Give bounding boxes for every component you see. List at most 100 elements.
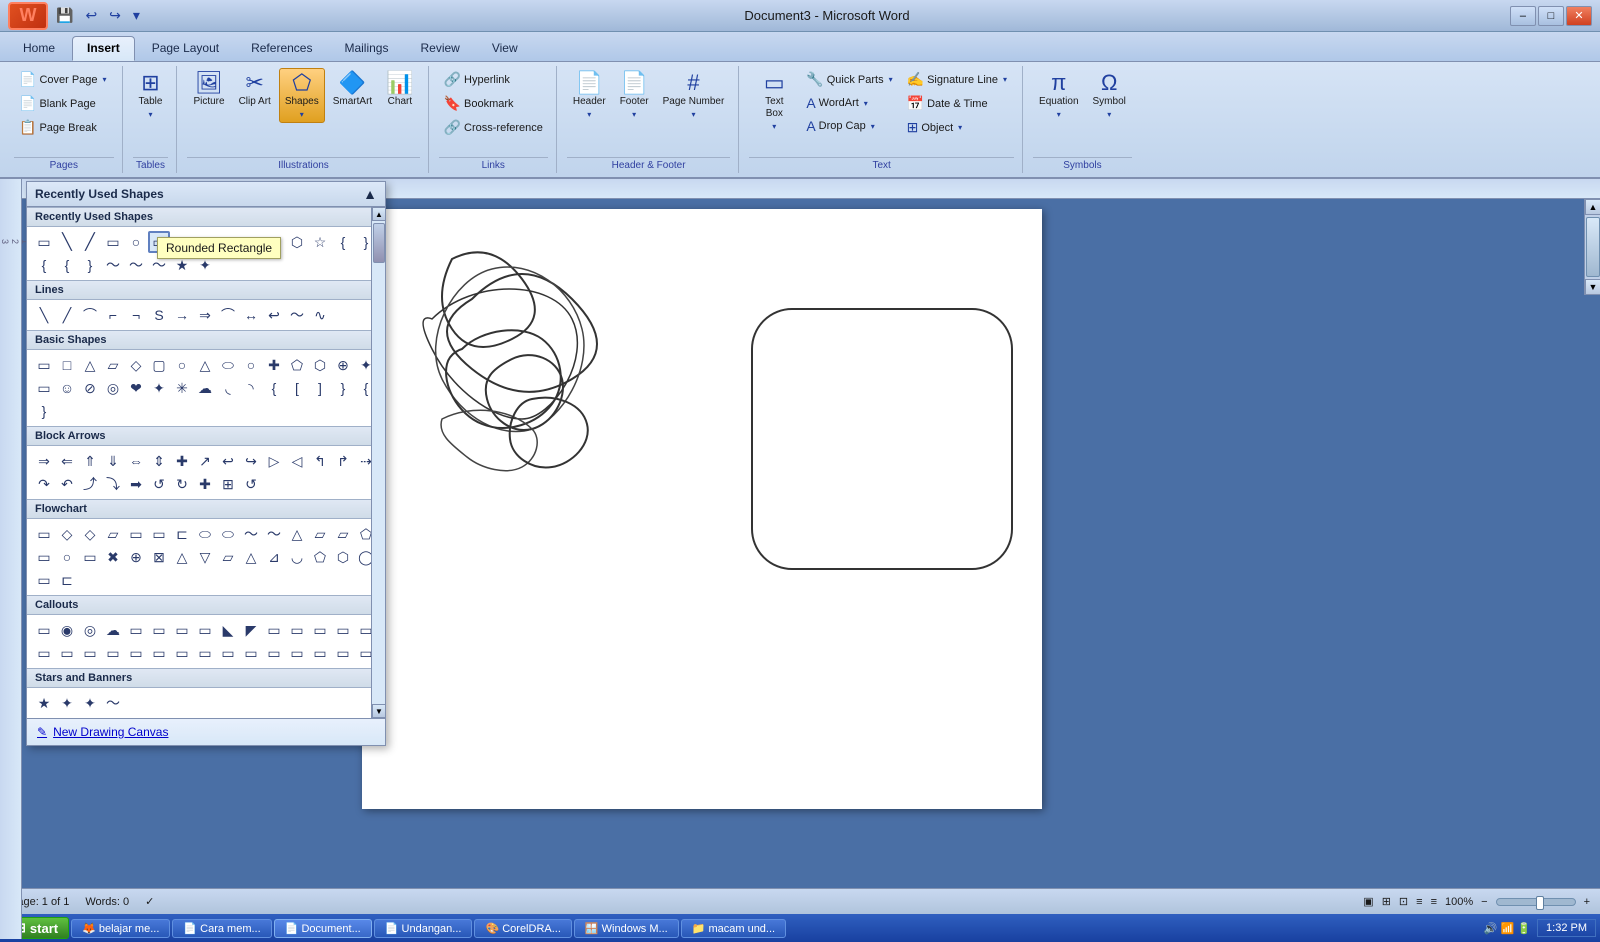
shape-sparkle[interactable]: ✦	[194, 254, 216, 276]
fc-para[interactable]: ▱	[102, 523, 124, 545]
co-cloud[interactable]: ☁	[102, 619, 124, 641]
bs-rounded-sq[interactable]: ▢	[148, 354, 170, 376]
ba-right[interactable]: ⇒	[33, 450, 55, 472]
shape-wave3[interactable]: 〜	[148, 254, 170, 276]
fc-diamond2[interactable]: ◇	[79, 523, 101, 545]
ba-notch-l[interactable]: ◁	[286, 450, 308, 472]
co-r17[interactable]: ▭	[286, 642, 308, 664]
co-r7[interactable]: ▭	[56, 642, 78, 664]
fc-hexa[interactable]: ⬠	[309, 546, 331, 568]
co-r1[interactable]: ▭	[263, 619, 285, 641]
table-button[interactable]: ⊞ Table ▾	[133, 68, 169, 123]
shape-triangle[interactable]: △	[171, 231, 193, 253]
page-break-button[interactable]: 📋 Page Break	[14, 116, 114, 139]
ba-quad[interactable]: ✚	[171, 450, 193, 472]
quick-parts-button[interactable]: 🔧 Quick Parts ▾	[801, 68, 899, 91]
ba-quad2[interactable]: ✚	[194, 473, 216, 495]
co-r14[interactable]: ▭	[217, 642, 239, 664]
co-oval[interactable]: ◉	[56, 619, 78, 641]
bs-arc2[interactable]: ◝	[240, 377, 262, 399]
ba-ring-arrow[interactable]: ↺	[240, 473, 262, 495]
fc-decision[interactable]: ◇	[56, 523, 78, 545]
co-r18[interactable]: ▭	[309, 642, 331, 664]
bs-bracket-r[interactable]: ]	[309, 377, 331, 399]
undo-button[interactable]: ↩	[81, 5, 101, 26]
line-elbow[interactable]: ⌐	[102, 304, 124, 326]
co-r8[interactable]: ▭	[79, 642, 101, 664]
chart-button[interactable]: 📊 Chart	[380, 68, 419, 112]
fc-tri2[interactable]: △	[171, 546, 193, 568]
fc-tape[interactable]: ⊏	[56, 569, 78, 591]
co-r15[interactable]: ▭	[240, 642, 262, 664]
bs-tri2[interactable]: △	[194, 354, 216, 376]
line-arrow1[interactable]: →	[171, 304, 193, 326]
fc-para3[interactable]: ▱	[332, 523, 354, 545]
view-web-icon[interactable]: ⊡	[1399, 895, 1408, 908]
sb-star1[interactable]: ★	[33, 692, 55, 714]
shapes-dropdown[interactable]: Recently Used Shapes ▲ Recently Used Sha…	[26, 181, 386, 746]
taskbar-item-5[interactable]: 🪟 Windows M...	[574, 919, 679, 938]
zoom-decrease[interactable]: −	[1481, 896, 1487, 908]
shape-brace1[interactable]: {	[56, 254, 78, 276]
co-rect5[interactable]: ▭	[194, 619, 216, 641]
symbol-button[interactable]: Ω Symbol ▾	[1087, 68, 1132, 123]
scroll-down[interactable]: ▼	[1585, 279, 1600, 295]
bs-tri[interactable]: △	[79, 354, 101, 376]
fc-rect5[interactable]: ▭	[79, 546, 101, 568]
bs-ellipse[interactable]: ⬭	[217, 354, 239, 376]
fc-tri[interactable]: △	[286, 523, 308, 545]
fc-wave[interactable]: 〜	[240, 523, 262, 545]
redo-button[interactable]: ↪	[105, 5, 125, 26]
ba-notch-r[interactable]: ▷	[263, 450, 285, 472]
shape-line2[interactable]: ╱	[79, 231, 101, 253]
fc-cross[interactable]: ⊠	[148, 546, 170, 568]
ba-bent2[interactable]: ↪	[240, 450, 262, 472]
co-r4[interactable]: ▭	[332, 619, 354, 641]
bs-no[interactable]: ⊘	[79, 377, 101, 399]
zoom-slider[interactable]	[1496, 898, 1576, 906]
taskbar-item-2[interactable]: 📄 Document...	[274, 919, 372, 938]
line-curve[interactable]: ⌒	[79, 304, 101, 326]
ba-diag1[interactable]: ↗	[194, 450, 216, 472]
view-full-icon[interactable]: ⊞	[1382, 895, 1391, 908]
fc-rect6[interactable]: ▭	[33, 569, 55, 591]
tab-view[interactable]: View	[477, 36, 533, 61]
fc-plus[interactable]: ⊕	[125, 546, 147, 568]
taskbar-item-0[interactable]: 🦊 belajar me...	[71, 919, 170, 938]
fc-process[interactable]: ▭	[33, 523, 55, 545]
taskbar-item-1[interactable]: 📄 Cara mem...	[172, 919, 271, 938]
equation-button[interactable]: π Equation ▾	[1033, 68, 1084, 123]
cross-reference-button[interactable]: 🔗 Cross-reference	[439, 116, 548, 139]
shape-star[interactable]: ☆	[309, 231, 331, 253]
shape-angle1[interactable]: ⌐	[194, 231, 216, 253]
bs-hexa[interactable]: ⬡	[309, 354, 331, 376]
shape-star2[interactable]: ★	[171, 254, 193, 276]
date-time-button[interactable]: 📅 Date & Time	[902, 92, 1014, 115]
drop-cap-button[interactable]: A Drop Cap ▾	[801, 115, 899, 137]
line-straight[interactable]: ╲	[33, 304, 55, 326]
ba-r-arrow[interactable]: ➡	[125, 473, 147, 495]
ba-cross2[interactable]: ⊞	[217, 473, 239, 495]
co-r11[interactable]: ▭	[148, 642, 170, 664]
fc-oval[interactable]: ⬭	[194, 523, 216, 545]
shape-curl1[interactable]: {	[332, 231, 354, 253]
bs-brace-r[interactable]: }	[332, 377, 354, 399]
scroll-thumb[interactable]	[373, 223, 385, 263]
shape-wave1[interactable]: 〜	[102, 254, 124, 276]
fc-rect2[interactable]: ▭	[125, 523, 147, 545]
blank-page-button[interactable]: 📄 Blank Page	[14, 92, 114, 115]
scroll-thumb-v[interactable]	[1586, 217, 1600, 277]
fc-tri4[interactable]: △	[240, 546, 262, 568]
ba-circ-l[interactable]: ↻	[171, 473, 193, 495]
view-outline-icon[interactable]: ≡	[1416, 896, 1422, 908]
save-button[interactable]: 💾	[52, 5, 77, 26]
fc-oval2[interactable]: ⬭	[217, 523, 239, 545]
tab-references[interactable]: References	[236, 36, 327, 61]
co-r12[interactable]: ▭	[171, 642, 193, 664]
shape-circle[interactable]: ○	[125, 231, 147, 253]
bs-circle[interactable]: ○	[171, 354, 193, 376]
shape-rect2[interactable]: ▭	[102, 231, 124, 253]
fc-term[interactable]: ○	[56, 546, 78, 568]
view-normal-icon[interactable]: ▣	[1363, 895, 1373, 908]
co-rect3[interactable]: ▭	[148, 619, 170, 641]
